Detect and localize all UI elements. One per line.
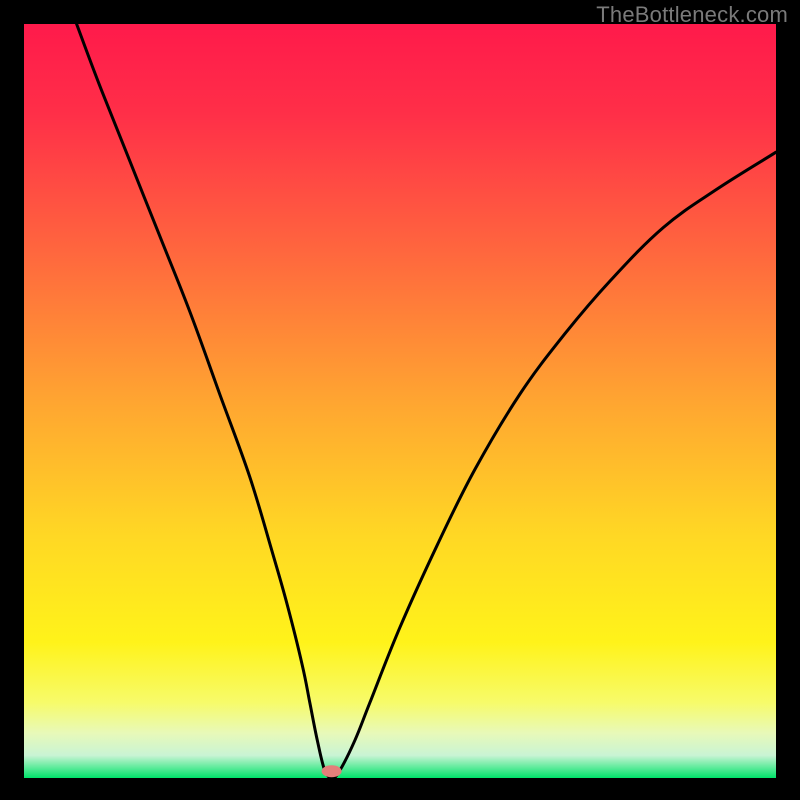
gradient-background [24,24,776,778]
min-marker [322,765,342,777]
plot-area [24,24,776,778]
plot-svg [24,24,776,778]
chart-root: TheBottleneck.com [0,0,800,800]
